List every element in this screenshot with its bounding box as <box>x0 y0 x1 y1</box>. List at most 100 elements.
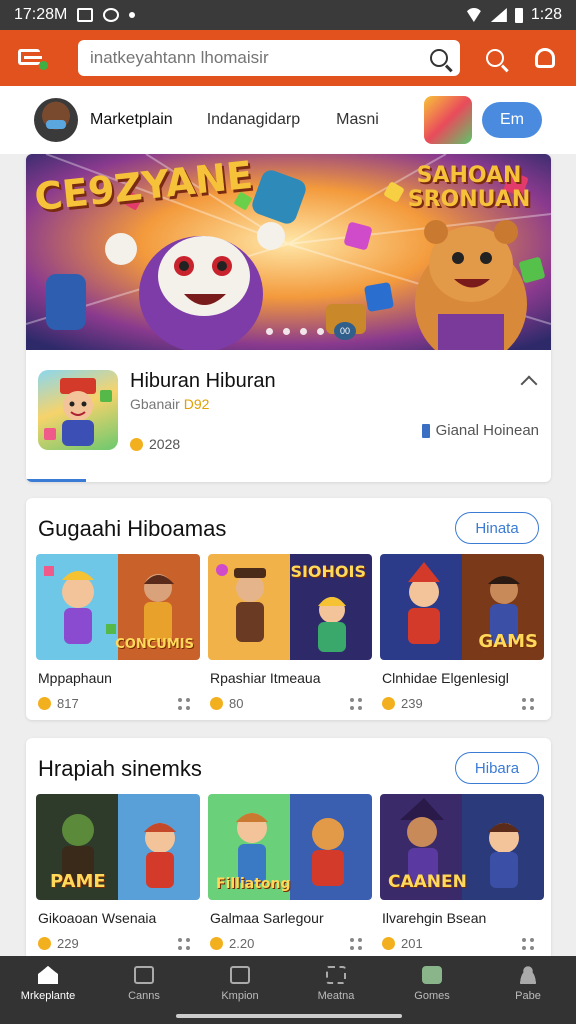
app-icon-art <box>44 378 112 446</box>
nav-item-marketplace[interactable]: Mrkeplante <box>0 956 96 1024</box>
carousel-dot[interactable] <box>317 327 324 335</box>
home-indicator[interactable] <box>176 1014 402 1018</box>
coin-icon <box>38 697 51 710</box>
carousel-dot[interactable] <box>266 327 273 335</box>
carousel-dot[interactable] <box>300 327 307 335</box>
section-more-button[interactable]: Hinata <box>455 512 539 544</box>
share-icon[interactable] <box>350 697 364 710</box>
carousel-dot[interactable] <box>283 327 290 335</box>
featured-app-year: 2028 <box>130 436 180 452</box>
game-tile-image-label: SIOHOIS <box>290 562 366 581</box>
search-button[interactable] <box>480 43 510 73</box>
app-year-value: 2028 <box>149 436 181 452</box>
featured-app-info[interactable]: Hiburan Hiburan Gbanair D92 2028 Gianal … <box>26 350 551 482</box>
home-icon <box>38 966 58 984</box>
coin-icon <box>210 697 223 710</box>
profile-icon <box>518 966 538 984</box>
game-tile[interactable]: CONCUMIS Mppaphaun 817 <box>36 554 200 711</box>
game-tile[interactable]: GAMS Clnhidae Elgenlesigl 239 <box>380 554 544 711</box>
image-icon <box>230 966 250 984</box>
game-tile[interactable]: SIOHOIS Rpashiar Itmeaua 80 <box>208 554 372 711</box>
tab-second[interactable]: Indanagidarp <box>207 111 300 129</box>
tab-third[interactable]: Masni <box>336 111 379 129</box>
search-bar[interactable] <box>78 40 460 76</box>
status-bar: 17:28M 1:28 <box>0 0 576 30</box>
genre-label: Gianal Hoinean <box>435 422 539 439</box>
banner-title-right: SAHOAN SRONUAN <box>407 163 531 212</box>
game-tile-meta: 2.20 <box>208 936 372 951</box>
game-tile-count: 817 <box>57 696 79 711</box>
top-nav: Marketplain Indanagidarp Masni Em <box>0 86 576 154</box>
carousel-indicator[interactable]: 00 <box>266 322 356 340</box>
game-tile-meta: 229 <box>36 936 200 951</box>
coin-icon <box>38 937 51 950</box>
battery-icon <box>514 7 523 23</box>
primary-pill-button[interactable]: Em <box>482 102 542 138</box>
share-icon[interactable] <box>522 937 536 950</box>
share-icon[interactable] <box>178 697 192 710</box>
dot-icon <box>129 12 136 18</box>
game-tile-image[interactable]: PAME <box>36 794 200 900</box>
game-tile-image[interactable]: GAMS <box>380 554 544 660</box>
game-tile-meta: 817 <box>36 696 200 711</box>
app-subtitle-highlight: D92 <box>183 396 210 412</box>
featured-app-name: Hiburan Hiburan <box>130 370 276 392</box>
nav-label: Mrkeplante <box>20 990 76 1002</box>
game-tile[interactable]: CAANEN Ilvarehgin Bsean 201 <box>380 794 544 951</box>
featured-app-icon[interactable] <box>38 370 118 450</box>
search-icon[interactable] <box>430 49 448 67</box>
nav-item-profile[interactable]: Pabe <box>480 956 576 1024</box>
game-tile-name: Clnhidae Elgenlesigl <box>382 670 509 686</box>
nav-label: Gomes <box>414 990 450 1002</box>
game-tile-image[interactable]: CONCUMIS <box>36 554 200 660</box>
game-tile-image[interactable]: CAANEN <box>380 794 544 900</box>
nav-label: Pabe <box>515 990 541 1002</box>
game-tile-image-label: CONCUMIS <box>115 637 194 652</box>
game-tile-count: 239 <box>401 696 423 711</box>
chat-icon <box>422 966 442 984</box>
game-tile-meta: 201 <box>380 936 544 951</box>
game-tile-name: Galmaa Sarlegour <box>210 910 324 926</box>
share-icon[interactable] <box>522 697 536 710</box>
grid-icon <box>326 966 346 984</box>
app-subtitle-prefix: Gbanair <box>130 396 180 412</box>
tab-marketplace[interactable]: Marketplain <box>90 111 173 129</box>
game-tile-meta: 239 <box>380 696 544 711</box>
notification-button[interactable] <box>530 43 560 73</box>
notification-icon <box>535 48 555 68</box>
game-tile-name: Rpashiar Itmeaua <box>210 670 321 686</box>
featured-banner[interactable]: CE9ZYANE SAHOAN SRONUAN 00 <box>26 154 551 350</box>
game-tile-name: Ilvarehgin Bsean <box>382 910 487 926</box>
search-icon <box>486 49 504 67</box>
game-tile[interactable]: PAME Gikoaoan Wsenaia 229 <box>36 794 200 951</box>
game-tile-name: Gikoaoan Wsenaia <box>38 910 157 926</box>
signal-icon <box>490 8 507 22</box>
game-tile-count: 201 <box>401 936 423 951</box>
carousel-page-badge[interactable]: 00 <box>334 322 356 340</box>
featured-card[interactable]: CE9ZYANE SAHOAN SRONUAN 00 Hiburan Hibur… <box>26 154 551 482</box>
game-tile-image[interactable]: Filliatong <box>208 794 372 900</box>
game-tile-row: PAME Gikoaoan Wsenaia 229 Filliatong Gal… <box>36 794 544 951</box>
game-tile-image-label: PAME <box>50 871 106 892</box>
game-tile-image-label: GAMS <box>478 631 538 652</box>
game-tile-image-label: Filliatong <box>216 876 291 892</box>
share-icon[interactable] <box>178 937 192 950</box>
wifi-icon <box>464 8 483 22</box>
chevron-down-icon[interactable] <box>520 375 538 393</box>
coin-icon <box>130 437 143 451</box>
featured-app-genre: Gianal Hoinean <box>421 422 539 439</box>
game-section: Gugaahi Hiboamas Hinata CONCUMIS Mppapha… <box>26 498 551 720</box>
app-logo-icon[interactable] <box>14 43 54 73</box>
search-input[interactable] <box>90 48 430 68</box>
coin-icon <box>210 937 223 950</box>
section-more-button[interactable]: Hibara <box>455 752 539 784</box>
game-tile-count: 229 <box>57 936 79 951</box>
featured-game-thumbnail[interactable] <box>424 96 472 144</box>
game-tile[interactable]: Filliatong Galmaa Sarlegour 2.20 <box>208 794 372 951</box>
avatar[interactable] <box>34 98 78 142</box>
app-bar <box>0 30 576 86</box>
share-icon[interactable] <box>350 937 364 950</box>
game-tile-meta: 80 <box>208 696 372 711</box>
game-tile-image-label: CAANEN <box>388 872 467 892</box>
game-tile-image[interactable]: SIOHOIS <box>208 554 372 660</box>
